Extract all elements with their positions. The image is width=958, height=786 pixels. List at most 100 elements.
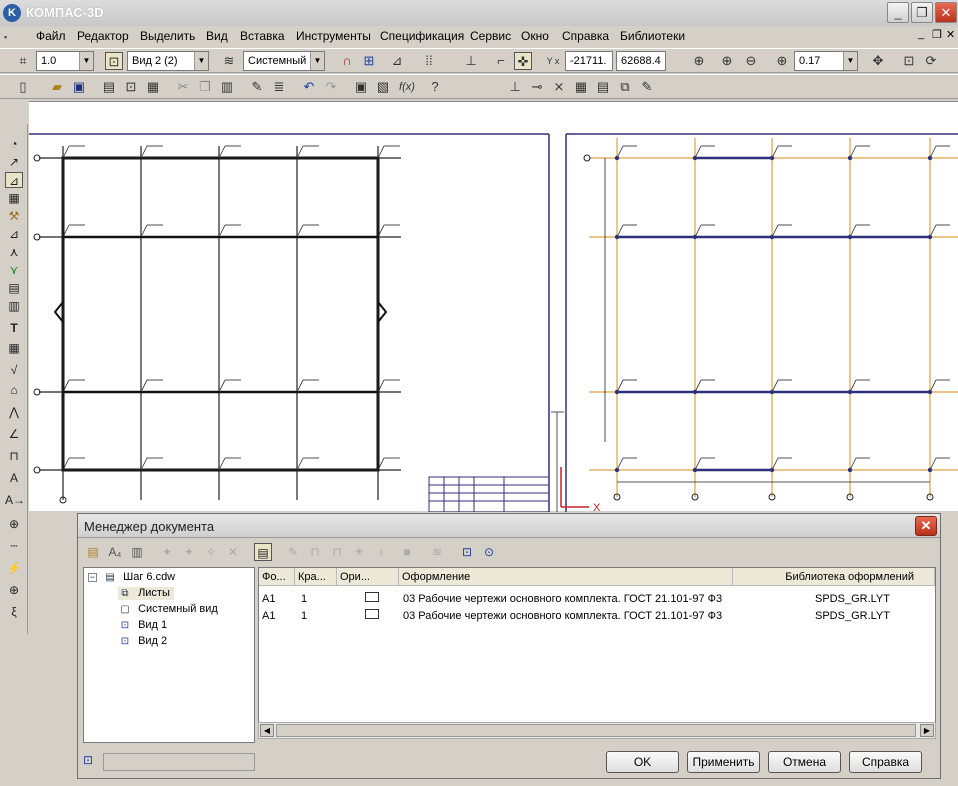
menu-edit[interactable]: Редактор xyxy=(77,29,129,43)
view-search-icon[interactable]: ⊙ xyxy=(480,543,498,561)
position-icon[interactable]: ⌂ xyxy=(5,382,23,398)
document-menu-icon[interactable]: ▪ xyxy=(4,32,20,42)
column-header-design[interactable]: Оформление xyxy=(399,568,733,586)
crosshair-icon[interactable]: ⊕ xyxy=(5,582,23,598)
library-icon[interactable]: ▧ xyxy=(374,78,392,96)
landscape-orientation-icon[interactable] xyxy=(365,609,379,619)
zoom-out-icon[interactable]: ⊖ xyxy=(742,52,760,70)
column-header-format[interactable]: Фо... xyxy=(259,568,295,586)
view-tool-icon[interactable]: ▤ xyxy=(5,280,23,296)
menu-insert[interactable]: Вставка xyxy=(240,29,285,43)
help-pointer-icon[interactable]: ? xyxy=(426,78,444,96)
menu-help[interactable]: Справка xyxy=(562,29,609,43)
filter-icon[interactable]: ✧ xyxy=(202,543,220,561)
round-icon[interactable]: ⌐ xyxy=(492,52,510,70)
select-tool-icon[interactable]: ⋎ xyxy=(5,262,23,278)
level-icon[interactable]: A xyxy=(5,470,23,486)
chevron-down-icon[interactable]: ▼ xyxy=(843,52,857,70)
grid-icon[interactable]: ⁞⁞ xyxy=(420,52,438,70)
unlock-icon[interactable]: ⊓ xyxy=(306,543,324,561)
collapse-icon[interactable]: − xyxy=(88,573,97,582)
menu-tools[interactable]: Инструменты xyxy=(296,29,371,43)
layer-select[interactable]: Системный ▼ xyxy=(243,51,325,71)
menu-select[interactable]: Выделить xyxy=(140,29,195,43)
cancel-button[interactable]: Отмена xyxy=(768,751,841,773)
axis-icon[interactable]: ⊥ xyxy=(462,52,480,70)
spec-tool-icon[interactable]: ▥ xyxy=(5,298,23,314)
line-icon[interactable]: ⊸ xyxy=(528,78,546,96)
spiral-icon[interactable]: ξ xyxy=(5,604,23,620)
drawing-canvas[interactable]: X xyxy=(29,101,958,514)
properties-icon[interactable]: ▦ xyxy=(144,78,162,96)
menu-file[interactable]: Файл xyxy=(36,29,66,43)
scale-field[interactable]: 1.0 ▼ xyxy=(36,51,94,71)
zoom-window-icon[interactable]: ⊕ xyxy=(690,52,708,70)
coord-x-field[interactable]: -21711. xyxy=(565,51,613,71)
table-tool-icon[interactable]: ▦ xyxy=(5,340,23,356)
table-icon[interactable]: ▦ xyxy=(572,78,590,96)
measure-icon[interactable]: ⊿ xyxy=(5,226,23,242)
cut-icon[interactable]: ✂ xyxy=(174,78,192,96)
refresh-icon[interactable]: ⟳ xyxy=(922,52,940,70)
cell-multiplicity[interactable]: 1 xyxy=(301,610,307,622)
view-select[interactable]: Вид 2 (2) ▼ xyxy=(127,51,209,71)
geometry-icon[interactable]: ◔ xyxy=(5,136,23,152)
copy-icon[interactable]: ❐ xyxy=(196,78,214,96)
parametrization-icon[interactable]: ⋏ xyxy=(5,244,23,260)
print-icon[interactable]: ▤ xyxy=(100,78,118,96)
bulb-on-icon[interactable]: ☀ xyxy=(350,543,368,561)
lightning-icon[interactable]: ⚡ xyxy=(5,560,23,576)
dashed-icon[interactable]: ┄ xyxy=(5,538,23,554)
roughness-icon[interactable]: √ xyxy=(5,362,23,378)
doc-restore-icon[interactable]: ❐ xyxy=(932,28,942,41)
magnet-icon[interactable]: ∩ xyxy=(338,52,356,70)
menu-libraries[interactable]: Библиотеки xyxy=(620,29,685,43)
arrow-view-icon[interactable]: A→ xyxy=(5,492,25,508)
column-header-multiplicity[interactable]: Кра... xyxy=(295,568,337,586)
bulb-icon[interactable]: ♁ xyxy=(372,543,390,561)
spec-icon[interactable]: ▤ xyxy=(594,78,612,96)
delete-sheet-icon[interactable]: ▥ xyxy=(128,543,146,561)
delete-icon[interactable]: ✕ xyxy=(224,543,242,561)
tree-item-view-2[interactable]: ⊡ Вид 2 xyxy=(118,635,167,648)
cursor-icon[interactable]: ✜ xyxy=(514,52,532,70)
format-brush-icon[interactable]: ✎ xyxy=(248,78,266,96)
sheets-mode-icon[interactable]: ▤ xyxy=(254,543,272,561)
step-icon[interactable]: ⌗ xyxy=(14,52,32,70)
view-state-icon[interactable]: ⊡ xyxy=(105,52,123,70)
scroll-right-icon[interactable]: ▶ xyxy=(920,724,934,737)
pan-icon[interactable]: ✥ xyxy=(869,52,887,70)
zoom-in-icon[interactable]: ⊕ xyxy=(718,52,736,70)
scroll-left-icon[interactable]: ◀ xyxy=(260,724,274,737)
dialog-close-button[interactable]: ✕ xyxy=(915,516,937,536)
dimensions-icon[interactable]: ↗ xyxy=(5,154,23,170)
chevron-down-icon[interactable]: ▼ xyxy=(79,52,93,70)
landscape-orientation-icon[interactable] xyxy=(365,592,379,602)
target-icon[interactable]: ⊕ xyxy=(5,516,23,532)
menu-specification[interactable]: Спецификация xyxy=(380,29,464,43)
manager-icon[interactable]: ▣ xyxy=(352,78,370,96)
variables-icon[interactable]: f(x) xyxy=(398,78,416,96)
mark-icon[interactable]: ∠ xyxy=(5,426,23,442)
cell-design[interactable]: 03 Рабочие чертежи основного комплекта. … xyxy=(403,610,722,622)
doc-close-icon[interactable]: ✕ xyxy=(946,28,955,41)
tree-item-system-view[interactable]: ▢ Системный вид xyxy=(118,603,218,616)
view-tree-icon[interactable]: ⊡ xyxy=(83,753,101,771)
new-layer-icon[interactable]: ✦ xyxy=(158,543,176,561)
apply-button[interactable]: Применить xyxy=(687,751,760,773)
axis-tool-icon[interactable]: ⊓ xyxy=(5,448,23,464)
insert-fragment-icon[interactable]: ⧉ xyxy=(616,78,634,96)
print-preview-icon[interactable]: ⊡ xyxy=(122,78,140,96)
text-icon[interactable]: T xyxy=(5,320,23,336)
doc-minimize-icon[interactable]: _ xyxy=(918,28,924,40)
zoom-field[interactable]: 0.17 ▼ xyxy=(794,51,858,71)
menu-service[interactable]: Сервис xyxy=(470,29,511,43)
color-icon[interactable]: ■ xyxy=(398,543,416,561)
ok-button[interactable]: OK xyxy=(606,751,679,773)
undo-icon[interactable]: ↶ xyxy=(300,78,318,96)
cell-library[interactable]: SPDS_GR.LYT xyxy=(815,610,890,622)
minimize-button[interactable]: _ xyxy=(887,2,909,23)
save-icon[interactable]: ▣ xyxy=(70,78,88,96)
scroll-thumb[interactable] xyxy=(276,724,916,737)
pin-icon[interactable]: ✎ xyxy=(284,543,302,561)
